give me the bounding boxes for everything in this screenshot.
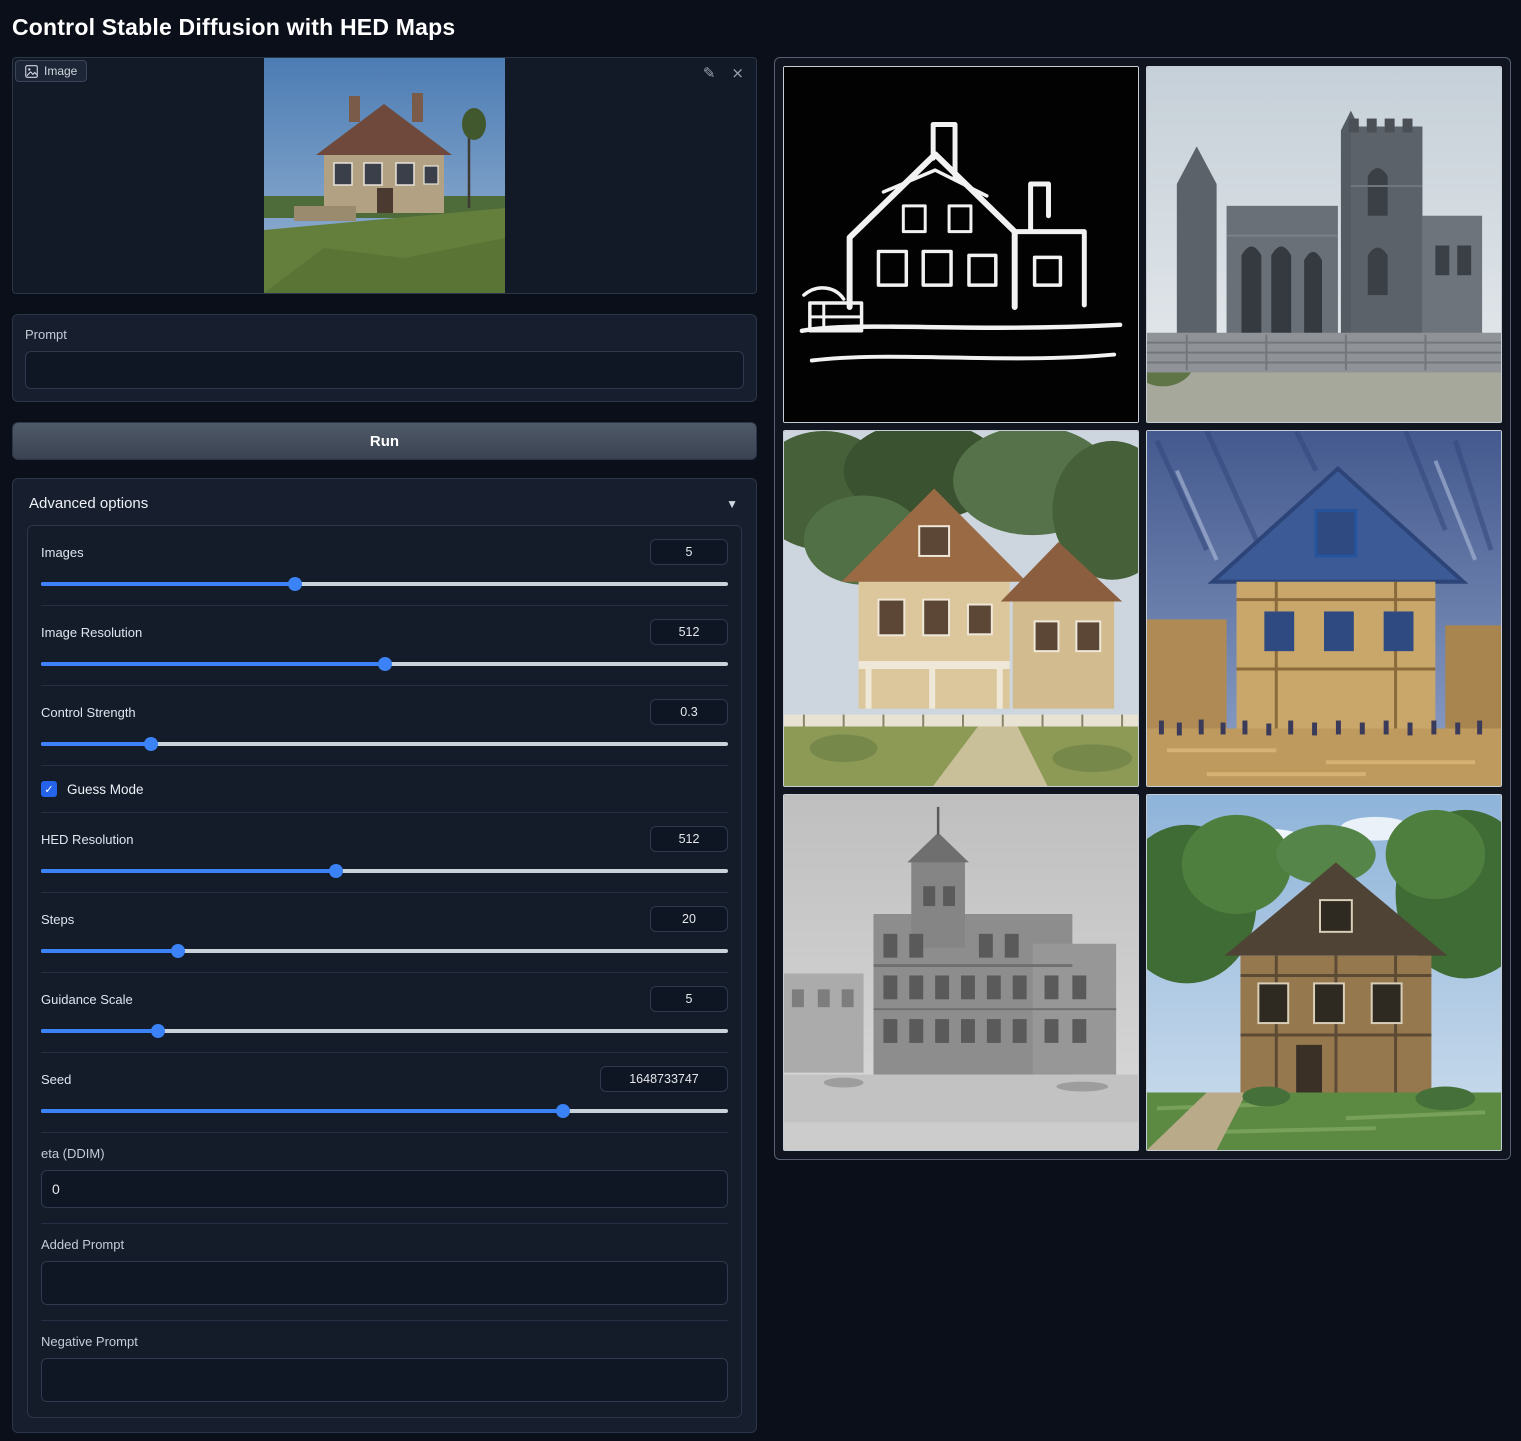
slider-thumb[interactable] xyxy=(288,577,302,591)
main-layout: Image ✎ × xyxy=(12,57,1509,1433)
slider-thumb[interactable] xyxy=(171,944,185,958)
guess-mode-checkbox[interactable]: ✓ xyxy=(41,781,57,797)
run-button[interactable]: Run xyxy=(12,422,757,460)
added-prompt-input[interactable] xyxy=(41,1261,728,1305)
slider-thumb[interactable] xyxy=(329,864,343,878)
guidance-scale-value-input[interactable] xyxy=(650,986,728,1012)
added-prompt-group: Added Prompt xyxy=(41,1223,728,1320)
slider-fill xyxy=(41,1029,158,1033)
house-photo-image xyxy=(264,58,505,293)
guess-mode-label: Guess Mode xyxy=(67,782,144,797)
eta-input[interactable] xyxy=(41,1170,728,1208)
advanced-options-body: Images Image Resolution xyxy=(27,525,742,1418)
image-resolution-label: Image Resolution xyxy=(41,625,142,640)
guidance-scale-label: Guidance Scale xyxy=(41,992,133,1007)
realistic-timber-house-image xyxy=(1147,795,1501,1150)
hed-resolution-label: HED Resolution xyxy=(41,832,134,847)
slider-thumb[interactable] xyxy=(378,657,392,671)
slider-thumb[interactable] xyxy=(151,1024,165,1038)
warm-painted-house-image xyxy=(784,431,1138,786)
slider-fill xyxy=(41,869,336,873)
image-icon xyxy=(25,65,38,78)
slider-thumb[interactable] xyxy=(144,737,158,751)
stone-cathedral-image xyxy=(1147,67,1501,422)
prompt-input[interactable] xyxy=(25,351,744,389)
uploaded-house-photo xyxy=(264,58,505,293)
slider-fill xyxy=(41,582,295,586)
slider-fill xyxy=(41,1109,563,1113)
image-label: Image xyxy=(44,64,77,78)
guidance-scale-slider-group: Guidance Scale xyxy=(41,972,728,1052)
image-label-chip: Image xyxy=(15,60,87,82)
control-strength-value-input[interactable] xyxy=(650,699,728,725)
steps-slider-group: Steps xyxy=(41,892,728,972)
hed-resolution-slider-group: HED Resolution xyxy=(41,812,728,892)
guess-mode-row[interactable]: ✓ Guess Mode xyxy=(41,765,728,812)
image-resolution-slider-group: Image Resolution xyxy=(41,605,728,685)
black-and-white-building-image xyxy=(784,795,1138,1150)
images-value-input[interactable] xyxy=(650,539,728,565)
controls-column: Image ✎ × xyxy=(12,57,757,1433)
eta-group: eta (DDIM) xyxy=(41,1132,728,1223)
checkmark-icon: ✓ xyxy=(44,783,53,796)
image-upload-area[interactable]: Image ✎ × xyxy=(12,57,757,294)
gallery-item-1[interactable] xyxy=(783,66,1139,423)
hed-resolution-value-input[interactable] xyxy=(650,826,728,852)
seed-slider[interactable] xyxy=(41,1104,728,1118)
app-page: Control Stable Diffusion with HED Maps I… xyxy=(0,0,1521,1441)
slider-fill xyxy=(41,742,151,746)
seed-slider-group: Seed xyxy=(41,1052,728,1132)
clear-image-button[interactable]: × xyxy=(729,64,746,83)
steps-value-input[interactable] xyxy=(650,906,728,932)
images-label: Images xyxy=(41,545,84,560)
gallery-item-6[interactable] xyxy=(1146,794,1502,1151)
gallery-item-4[interactable] xyxy=(1146,430,1502,787)
seed-label: Seed xyxy=(41,1072,71,1087)
hed-edge-map-image xyxy=(784,67,1138,422)
advanced-options-header[interactable]: Advanced options ▼ xyxy=(27,489,742,525)
steps-slider[interactable] xyxy=(41,944,728,958)
gallery-item-5[interactable] xyxy=(783,794,1139,1151)
slider-thumb[interactable] xyxy=(556,1104,570,1118)
guidance-scale-slider[interactable] xyxy=(41,1024,728,1038)
prompt-panel: Prompt xyxy=(12,314,757,402)
gallery-item-2[interactable] xyxy=(1146,66,1502,423)
seed-value-input[interactable] xyxy=(600,1066,728,1092)
page-title: Control Stable Diffusion with HED Maps xyxy=(12,14,1509,41)
steps-label: Steps xyxy=(41,912,74,927)
control-strength-slider[interactable] xyxy=(41,737,728,751)
prompt-label: Prompt xyxy=(25,327,744,342)
control-strength-slider-group: Control Strength xyxy=(41,685,728,765)
image-resolution-slider[interactable] xyxy=(41,657,728,671)
eta-label: eta (DDIM) xyxy=(41,1146,728,1161)
output-gallery xyxy=(774,57,1511,1160)
upload-actions: ✎ × xyxy=(701,64,746,83)
collapse-arrow-icon: ▼ xyxy=(726,497,738,511)
advanced-options-title: Advanced options xyxy=(29,495,148,512)
images-slider[interactable] xyxy=(41,577,728,591)
images-slider-group: Images xyxy=(41,526,728,605)
hed-resolution-slider[interactable] xyxy=(41,864,728,878)
negative-prompt-group: Negative Prompt xyxy=(41,1320,728,1417)
advanced-options-panel: Advanced options ▼ Images xyxy=(12,478,757,1433)
slider-fill xyxy=(41,949,178,953)
edit-image-button[interactable]: ✎ xyxy=(701,64,718,83)
control-strength-label: Control Strength xyxy=(41,705,136,720)
image-resolution-value-input[interactable] xyxy=(650,619,728,645)
negative-prompt-input[interactable] xyxy=(41,1358,728,1402)
slider-fill xyxy=(41,662,385,666)
negative-prompt-label: Negative Prompt xyxy=(41,1334,728,1349)
added-prompt-label: Added Prompt xyxy=(41,1237,728,1252)
gallery-item-3[interactable] xyxy=(783,430,1139,787)
painterly-blue-house-image xyxy=(1147,431,1501,786)
